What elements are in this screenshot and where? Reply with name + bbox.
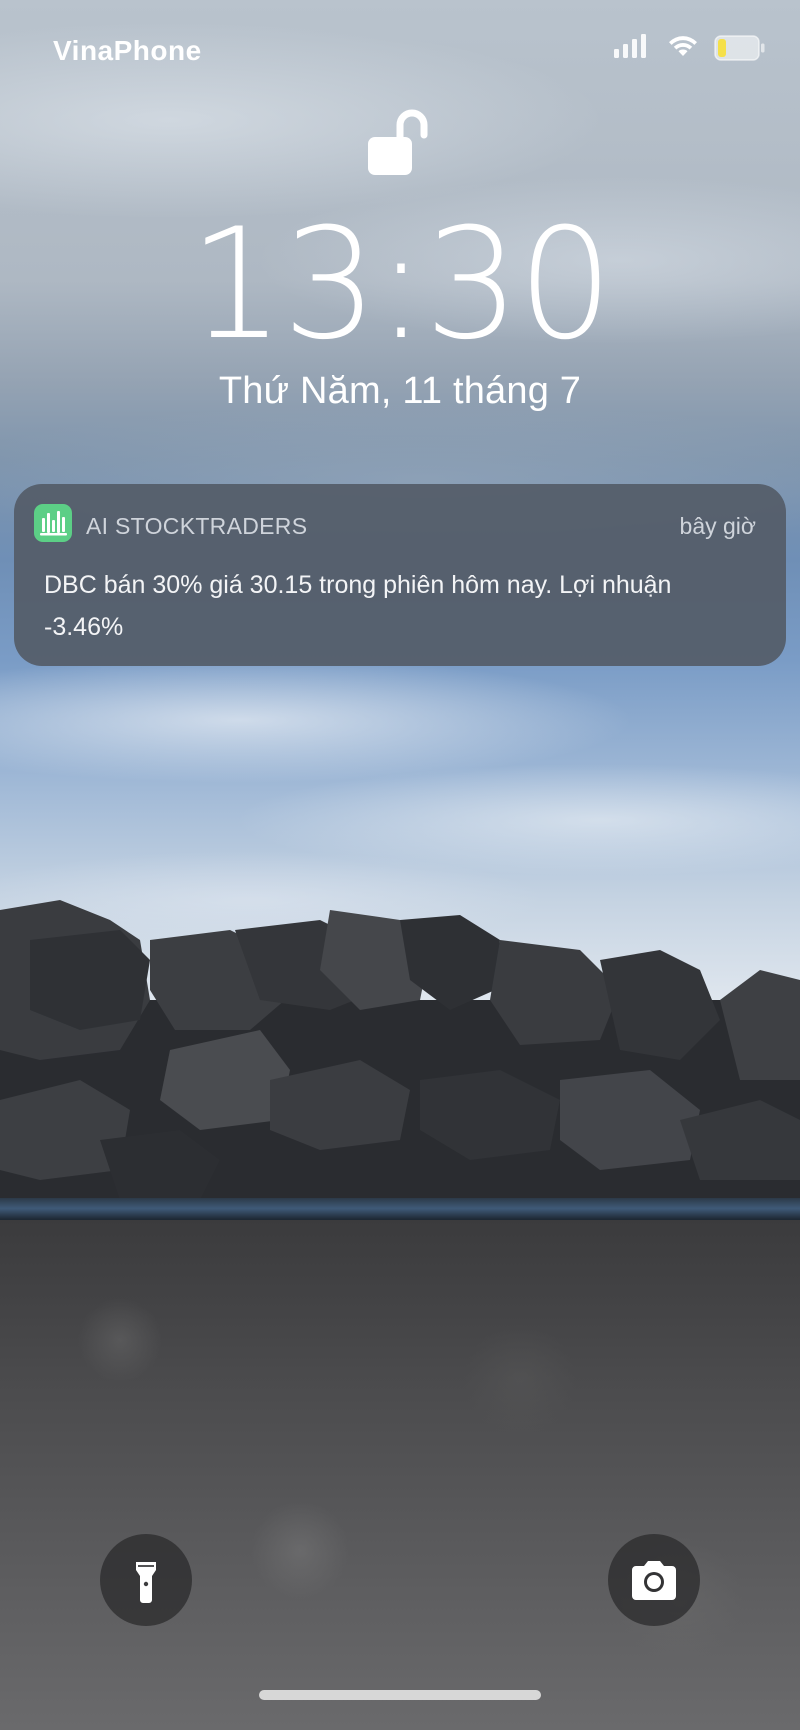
notification-app-name: AI STOCKTRADERS bbox=[86, 513, 308, 539]
lock-screen-date: Thứ Năm, 11 tháng 7 bbox=[218, 370, 582, 412]
camera-icon bbox=[632, 1561, 676, 1600]
camera-button[interactable] bbox=[608, 1534, 700, 1626]
unlocked-padlock-icon bbox=[368, 109, 428, 175]
cellular-signal-icon bbox=[614, 34, 646, 58]
carrier-name: VinaPhone bbox=[53, 35, 202, 66]
lock-screen-clock: 13:30 bbox=[188, 196, 613, 374]
notification-card[interactable]: AI STOCKTRADERS bây giờ DBC bán 30% giá … bbox=[14, 484, 786, 666]
wallpaper-gravel bbox=[0, 1220, 800, 1730]
ai-stocktraders-app-icon bbox=[34, 504, 72, 542]
lock-screen: VinaPhone 13:30 Thứ Năm, 11 tháng 7 AI S… bbox=[0, 0, 800, 1730]
flashlight-button[interactable] bbox=[100, 1534, 192, 1626]
status-bar: VinaPhone bbox=[0, 0, 800, 100]
wifi-icon bbox=[669, 36, 697, 56]
home-indicator[interactable] bbox=[259, 1690, 541, 1700]
notification-body: DBC bán 30% giá 30.15 trong phiên hôm na… bbox=[44, 571, 672, 641]
battery-icon bbox=[714, 35, 765, 61]
notification-timestamp: bây giờ bbox=[679, 513, 756, 539]
flashlight-icon bbox=[136, 1562, 156, 1603]
wallpaper-rocks bbox=[0, 900, 800, 1220]
